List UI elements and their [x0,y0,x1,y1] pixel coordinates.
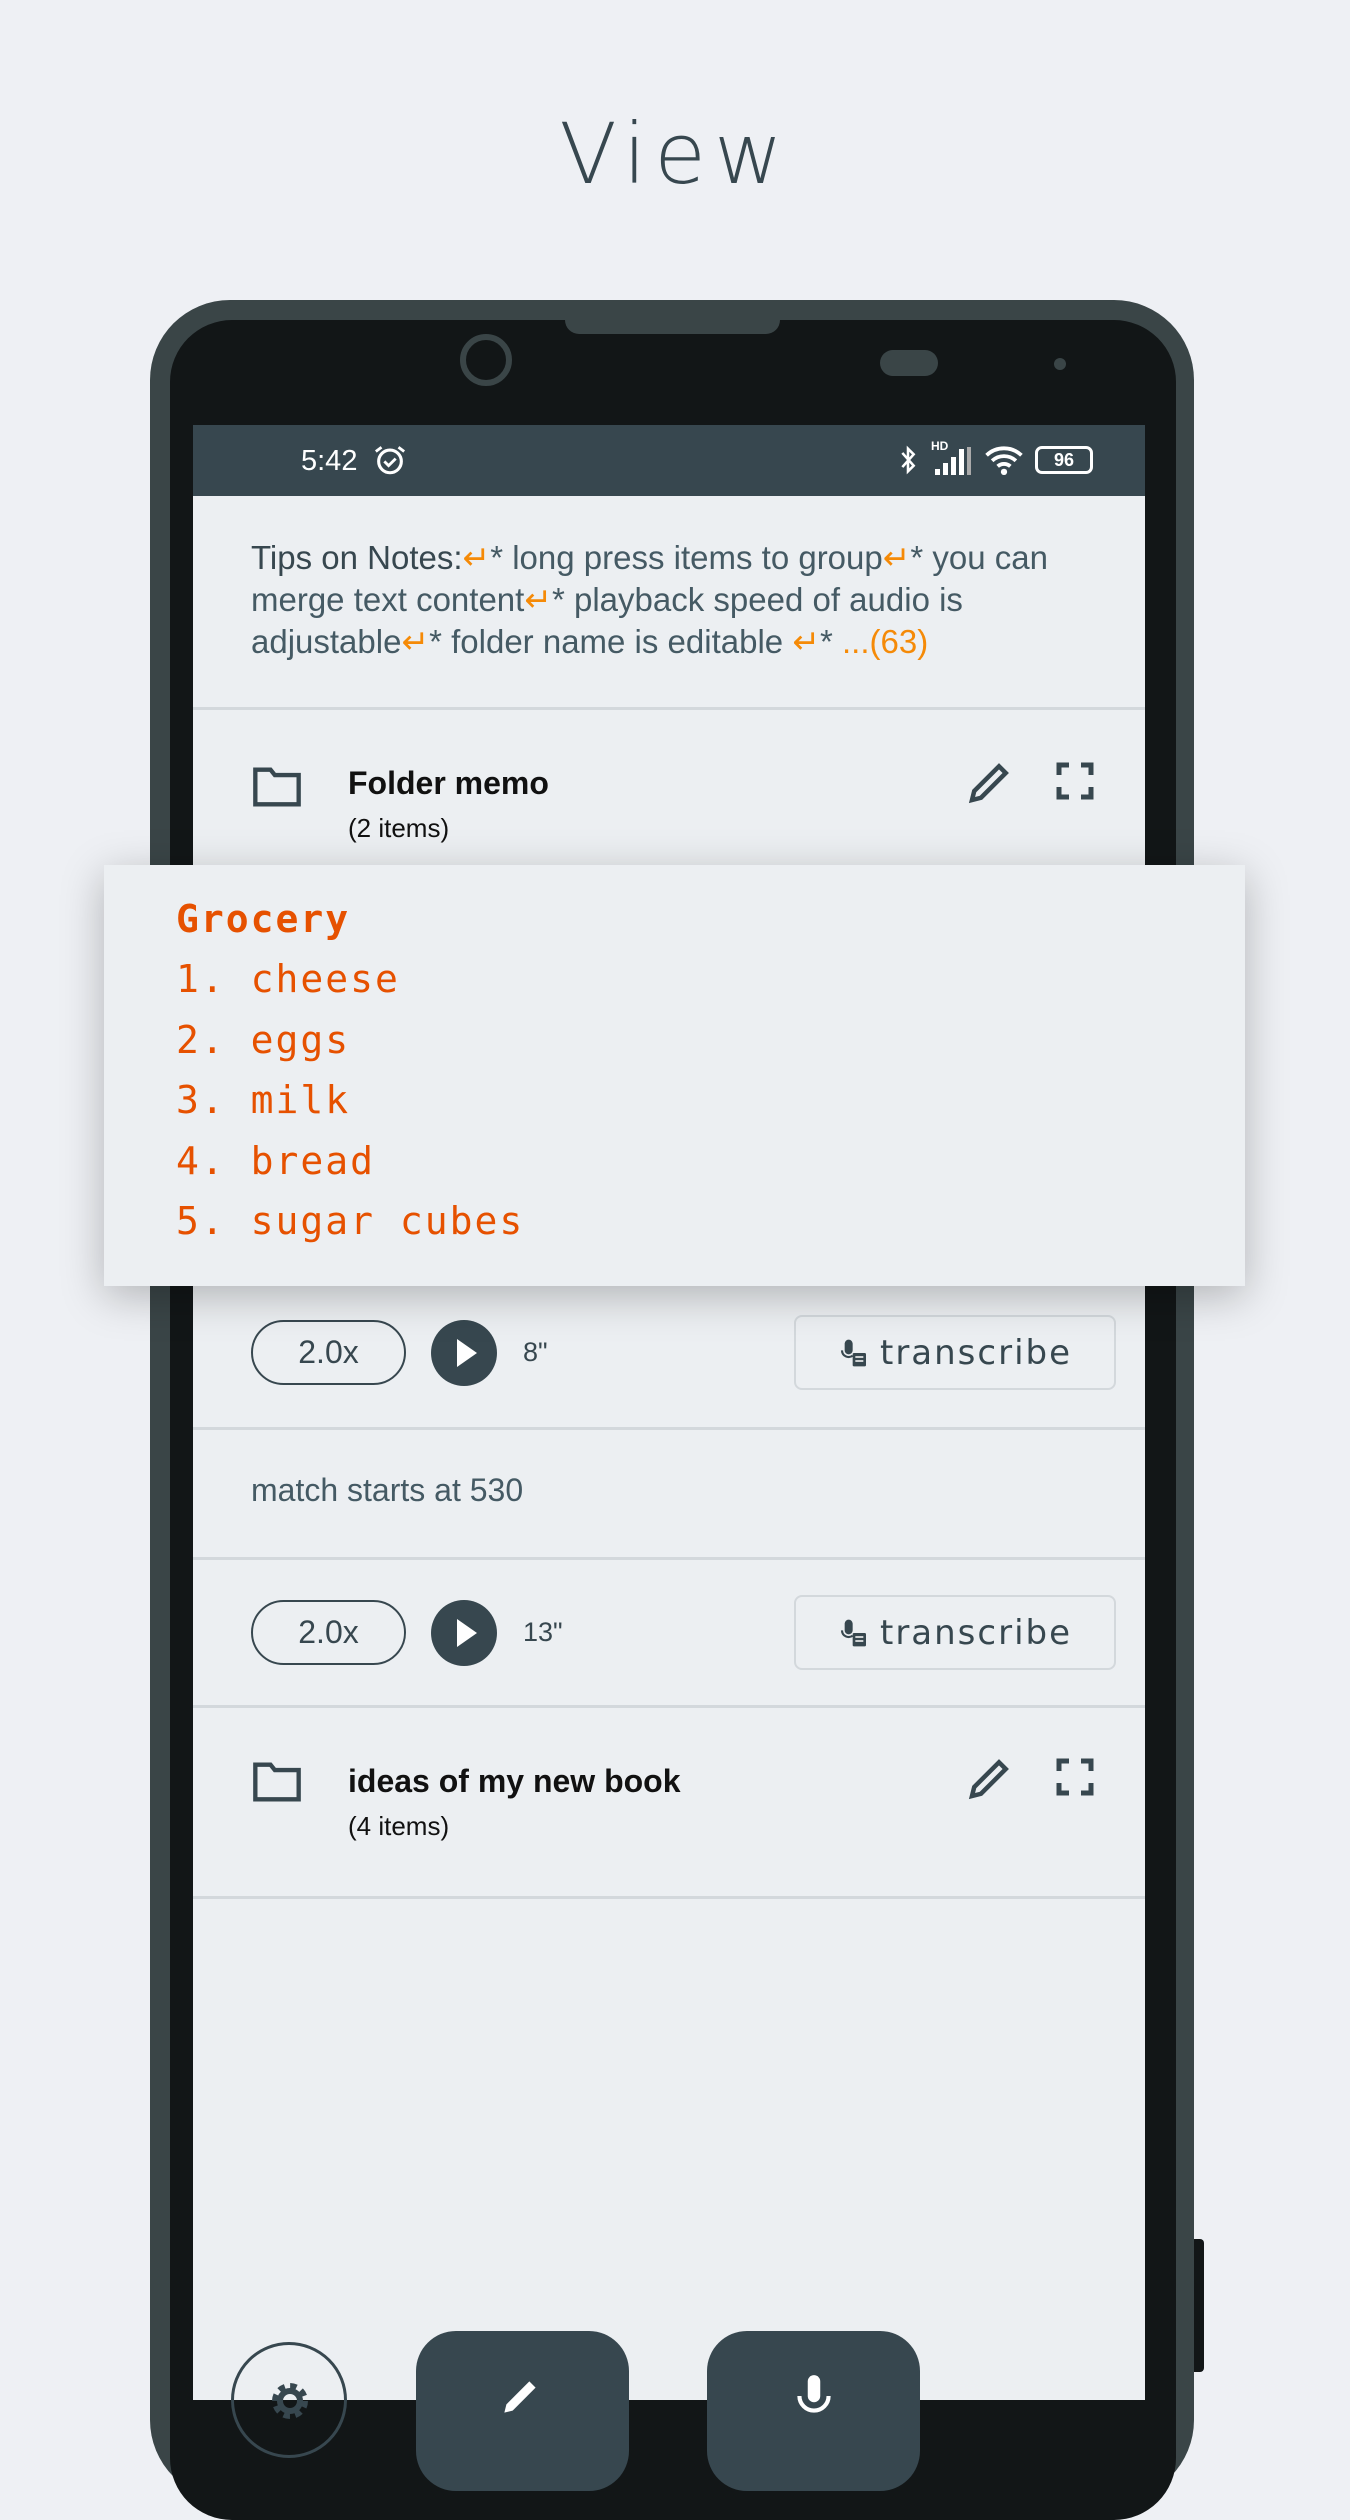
folder-title[interactable]: Folder memo [348,765,549,802]
new-voice-note-button[interactable] [707,2331,920,2491]
transcribe-button[interactable]: transcribe [794,1315,1116,1390]
earpiece [880,350,938,376]
play-button[interactable] [431,1600,497,1666]
phone-side-button [1194,2239,1204,2372]
tip-item: * [819,623,833,660]
transcribe-label: transcribe [879,1332,1073,1373]
transcribe-button[interactable]: transcribe [794,1595,1116,1670]
new-text-note-button[interactable] [416,2331,629,2491]
divider [193,1705,1145,1708]
divider [193,707,1145,710]
screen: 5:42 HD 96 Tips on Notes:↵* long press i… [193,425,1145,2400]
folder-count: (2 items) [348,813,450,843]
return-icon: ↵ [792,623,820,660]
network-type: HD [931,439,949,453]
camera-icon [460,334,512,386]
return-icon: ↵ [401,623,430,660]
note-preview-popup[interactable]: Grocery 1. cheese 2. eggs 3. milk 4. bre… [104,865,1245,1286]
signal-icon: HD [931,439,973,477]
folder-icon [253,767,301,807]
note-line: 3. milk [176,1078,351,1122]
audio-duration: 13" [523,1617,563,1647]
folder-count: (4 items) [348,1811,450,1841]
alarm-icon [374,446,406,475]
playback-speed-button[interactable]: 2.0x [251,1600,406,1665]
tip-item: * folder name is editable [429,623,793,660]
audio-duration: 8" [523,1337,548,1367]
divider [193,1557,1145,1560]
wifi-icon [985,446,1023,476]
more-link[interactable]: ...(63) [842,623,928,660]
edit-pencil-icon[interactable] [963,1751,1017,1805]
settings-button[interactable] [231,2342,347,2458]
note-line: 4. bread [176,1139,376,1183]
return-icon: ↵ [882,539,911,576]
divider [193,1427,1145,1430]
tips-label: Tips on Notes: [251,539,463,576]
return-icon: ↵ [462,539,491,576]
system-icons: HD 96 [897,439,1093,477]
expand-icon[interactable] [1055,761,1095,801]
folder-icon [253,1762,301,1802]
pencil-icon [504,2381,536,2413]
gear-icon [272,2383,308,2419]
tip-item: * long press items to group [490,539,883,576]
note-title: Grocery [176,897,351,941]
page-title: View [559,105,791,203]
edit-pencil-icon[interactable] [963,755,1017,809]
text-note[interactable]: match starts at 530 [251,1472,523,1509]
transcribe-label: transcribe [879,1612,1073,1653]
status-bar: 5:42 HD 96 [193,425,1145,496]
battery-indicator: 96 [1035,446,1093,474]
voice-transcribe-icon [840,1619,866,1646]
note-line: 2. eggs [176,1018,351,1062]
voice-transcribe-icon [840,1339,866,1366]
playback-speed-button[interactable]: 2.0x [251,1320,406,1385]
sensor [1054,358,1066,370]
return-icon: ↵ [524,581,552,618]
divider [193,1896,1145,1899]
bluetooth-icon [901,445,916,475]
microphone-icon [797,2375,831,2413]
expand-icon[interactable] [1055,1757,1095,1797]
status-time: 5:42 [301,445,358,477]
note-line: 5. sugar cubes [176,1199,525,1243]
folder-title[interactable]: ideas of my new book [348,1763,681,1800]
play-button[interactable] [431,1320,497,1386]
tips-note[interactable]: Tips on Notes:↵* long press items to gro… [251,537,1101,663]
phone-notch [565,320,780,334]
note-line: 1. cheese [176,957,400,1001]
